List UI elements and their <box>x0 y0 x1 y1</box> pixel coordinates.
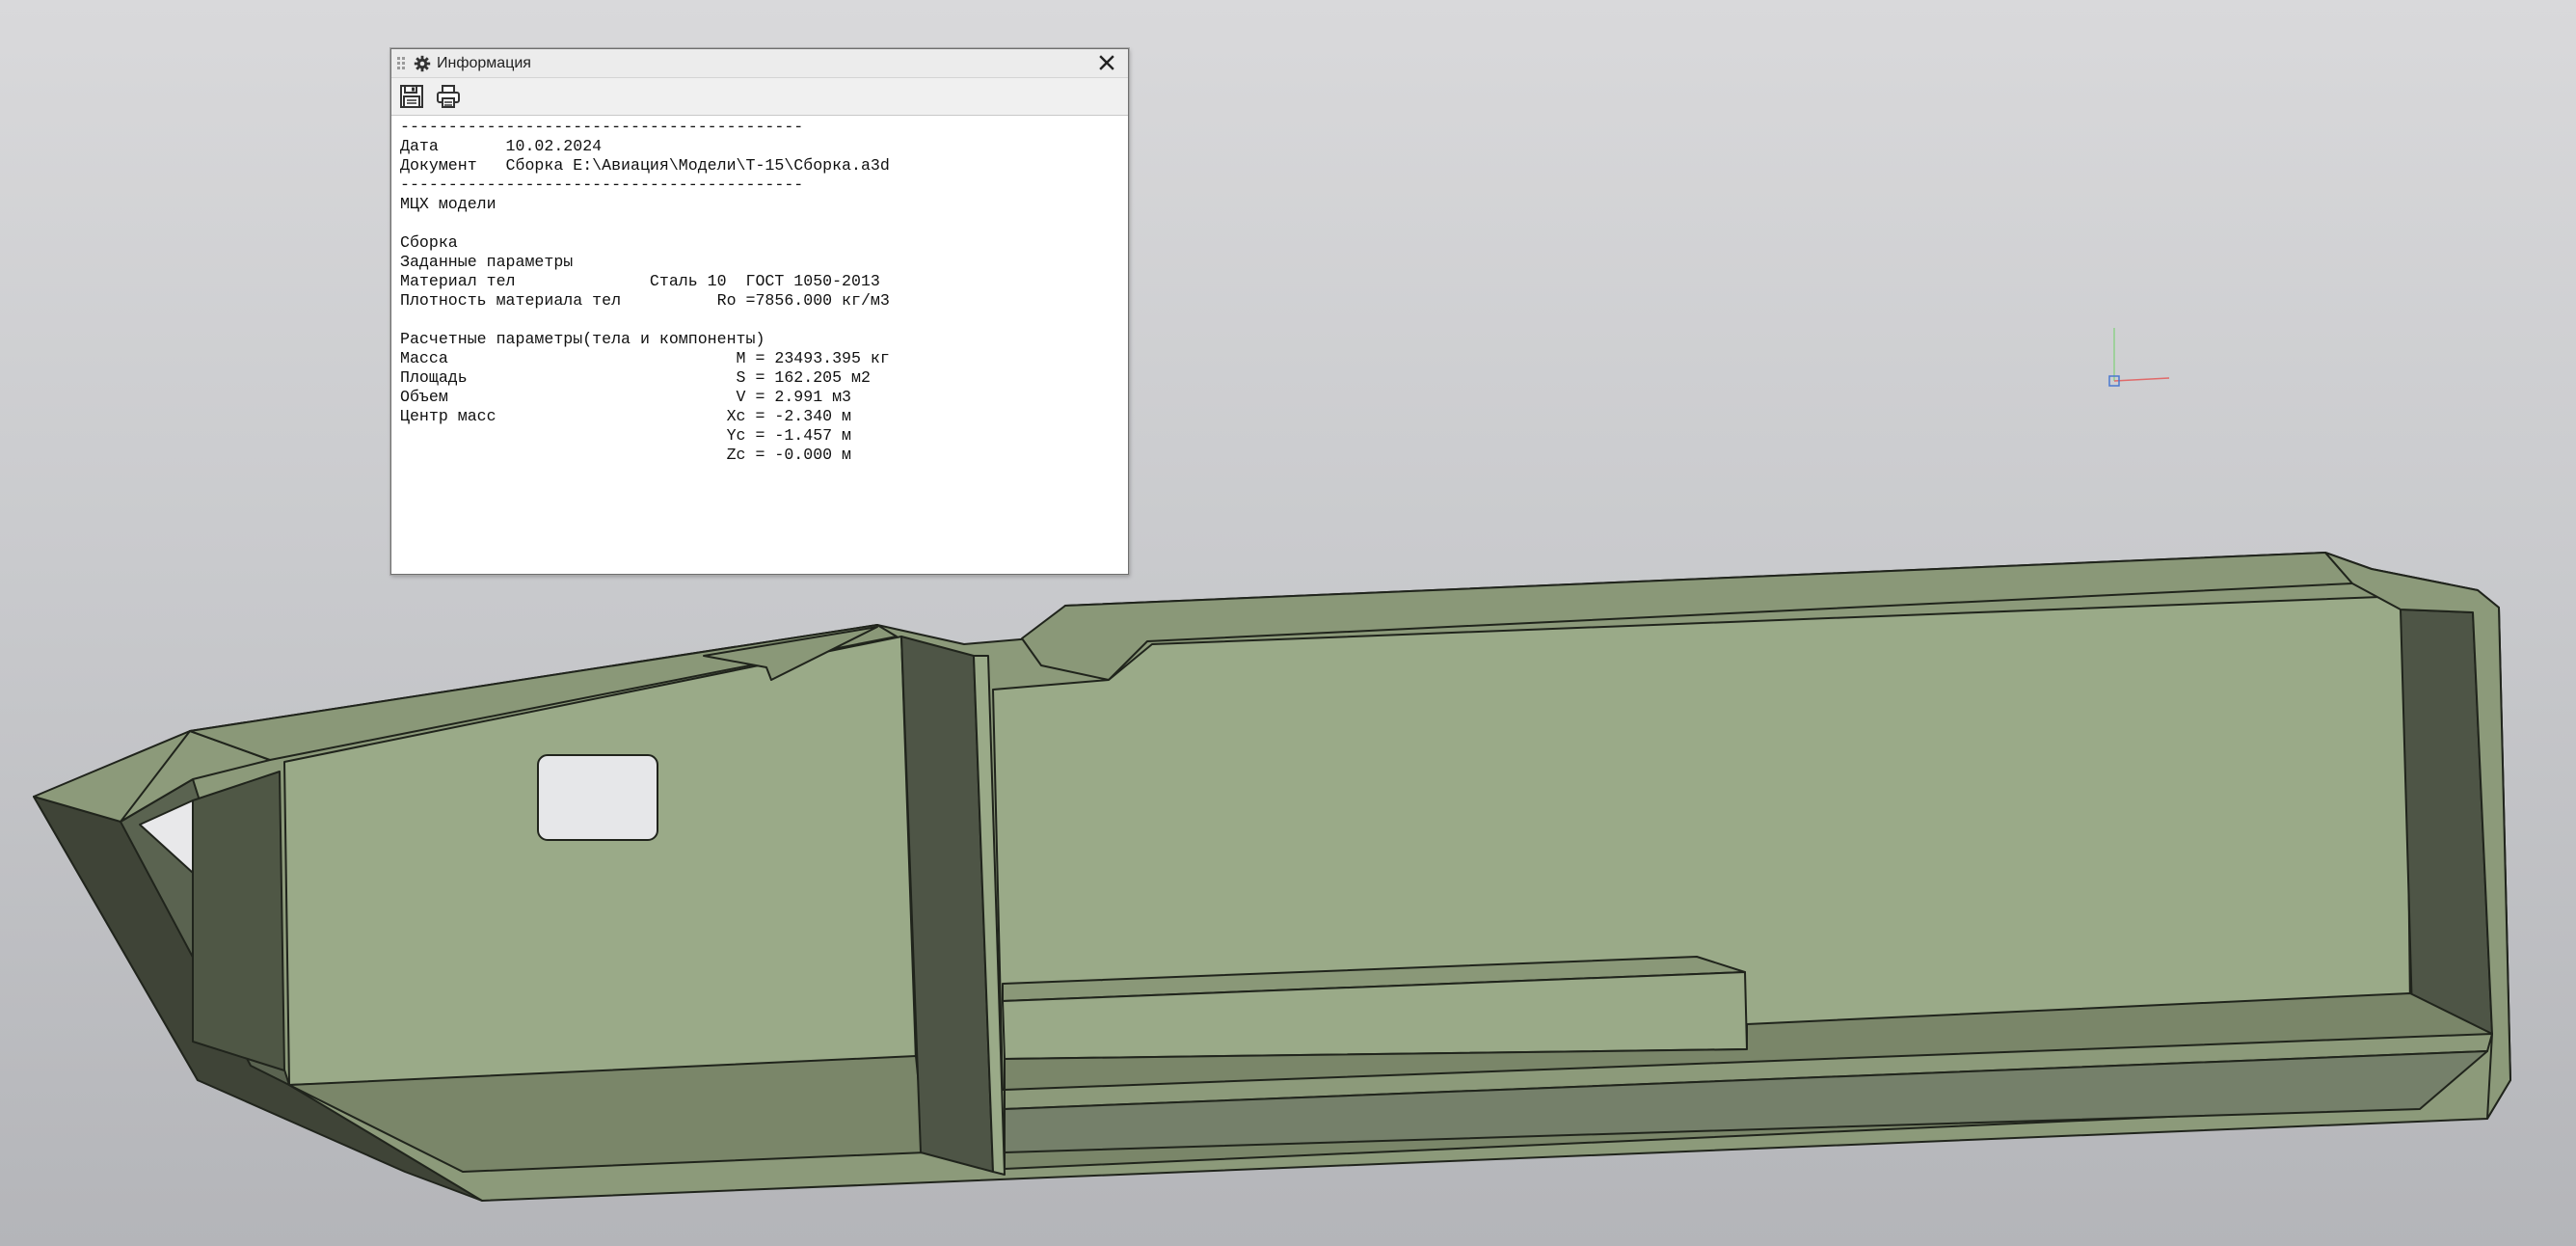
close-icon <box>1099 55 1114 70</box>
save-icon <box>400 85 423 108</box>
axis-triad-icon <box>2108 328 2170 387</box>
3d-viewport[interactable] <box>0 0 2576 1246</box>
drag-grip-icon[interactable] <box>397 55 409 72</box>
bow-inner-wall <box>192 771 285 1071</box>
report-line: ----------------------------------------… <box>400 118 804 136</box>
panel-toolbar <box>391 78 1128 116</box>
report-line-density: Плотность материала тел Ro =7856.000 кг/… <box>400 291 890 310</box>
report-line <box>400 214 1128 233</box>
report-line-given-params: Заданные параметры <box>400 253 574 271</box>
info-panel[interactable]: Информация -----------------------------… <box>390 48 1129 575</box>
report-line-volume: Объем V = 2.991 м3 <box>400 388 852 406</box>
save-button[interactable] <box>397 82 426 111</box>
report-line-assembly: Сборка <box>400 233 458 252</box>
report-line-heading: МЦХ модели <box>400 195 496 213</box>
report-line <box>400 311 1128 330</box>
hatch-opening <box>537 754 658 841</box>
print-icon <box>437 85 460 108</box>
gear-icon <box>413 54 432 73</box>
report-line-center-yc: Yc = -1.457 м <box>400 426 852 445</box>
panel-titlebar[interactable]: Информация <box>391 49 1128 78</box>
report-line-material: Материал тел Сталь 10 ГОСТ 1050-2013 <box>400 272 880 290</box>
report-line-area: Площадь S = 162.205 м2 <box>400 368 871 387</box>
report-line: ----------------------------------------… <box>400 176 804 194</box>
panel-title: Информация <box>437 54 531 71</box>
close-button[interactable] <box>1095 51 1118 74</box>
report-line-mass: Масса M = 23493.395 кг <box>400 349 890 367</box>
report-line-calc-params: Расчетные параметры(тела и компоненты) <box>400 330 765 348</box>
hull-model[interactable] <box>33 552 2511 1202</box>
report-line-document: Документ Сборка E:\Авиация\Модели\Т-15\С… <box>400 156 890 175</box>
print-button[interactable] <box>434 82 463 111</box>
report-text: ----------------------------------------… <box>391 116 1128 465</box>
report-line-center-xc: Центр масс Xc = -2.340 м <box>400 407 852 425</box>
report-line-center-zc: Zc = -0.000 м <box>400 446 852 464</box>
report-line-date: Дата 10.02.2024 <box>400 137 603 155</box>
